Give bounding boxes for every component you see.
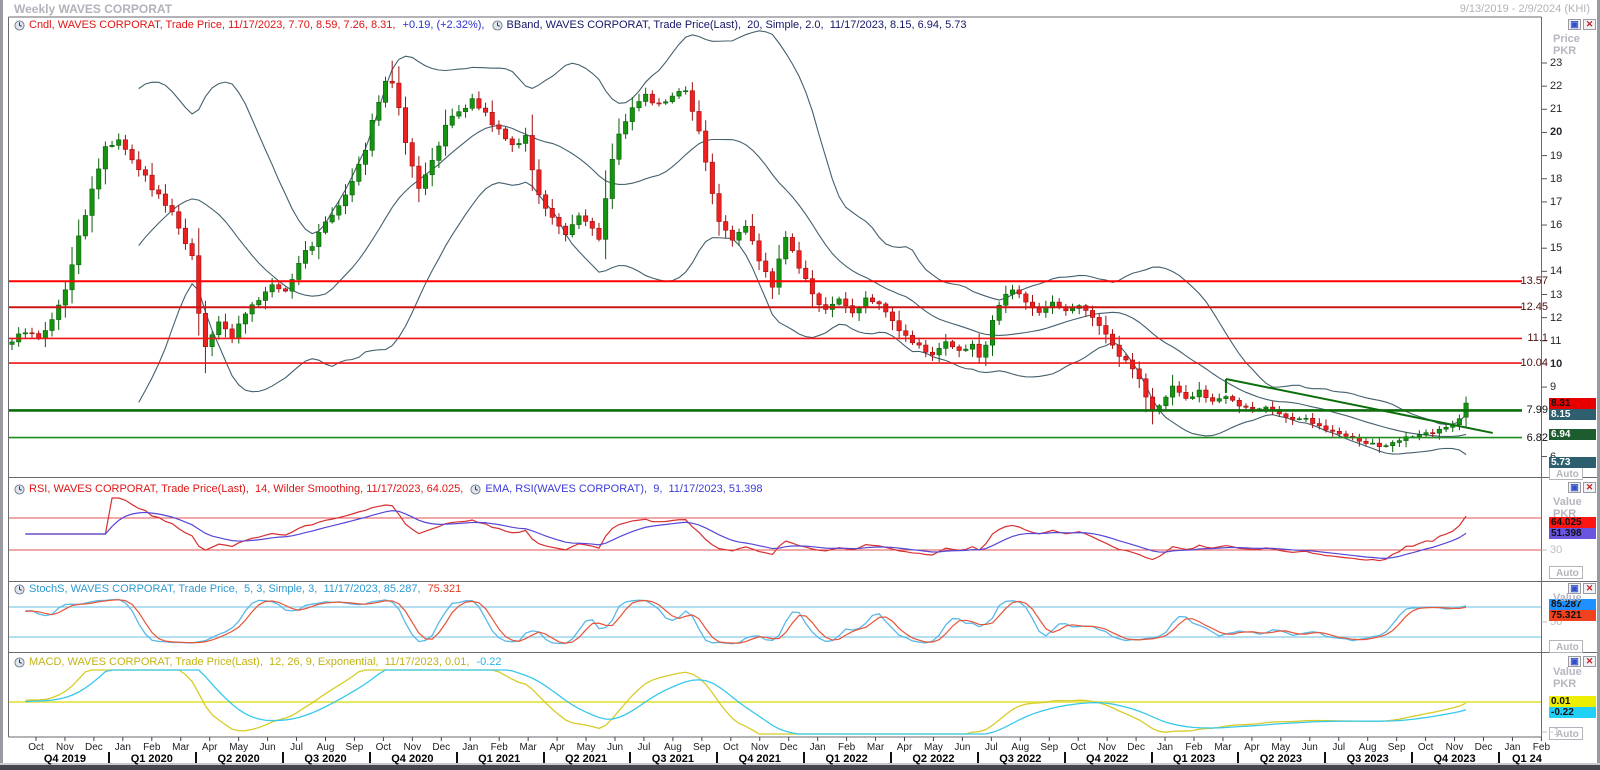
rsi-line bbox=[25, 498, 1466, 561]
rsi-legend-text-1: EMA, RSI(WAVES CORPORAT), 9, 11/17/2023,… bbox=[485, 483, 762, 495]
macd-axis-unit-line2: PKR bbox=[1553, 678, 1582, 690]
price-legend-text-2: BBand, WAVES CORPORAT, Trade Price(Last)… bbox=[507, 19, 967, 31]
macd-axis-unit-line1: Value bbox=[1553, 666, 1582, 678]
bollinger-lower-band bbox=[139, 182, 1466, 454]
clock-interval-icon bbox=[470, 484, 481, 495]
rsi-panel-close-icon[interactable]: ✕ bbox=[1583, 482, 1596, 493]
clock-interval-icon bbox=[14, 20, 25, 31]
price-legend-text-1: +0.19, (+2.32%), bbox=[403, 19, 488, 31]
stoch-legend-text-0: StochS, WAVES CORPORAT, Trade Price, 5, … bbox=[29, 583, 424, 595]
stoch-panel-legend: StochS, WAVES CORPORAT, Trade Price, 5, … bbox=[14, 583, 461, 595]
price-axis-header: Price PKR bbox=[1553, 33, 1580, 57]
macd-panel-legend: MACD, WAVES CORPORAT, Trade Price(Last),… bbox=[14, 656, 502, 668]
price-legend-text-0: Cndl, WAVES CORPORAT, Trade Price, 11/17… bbox=[29, 19, 399, 31]
macd-legend-text-0: MACD, WAVES CORPORAT, Trade Price(Last),… bbox=[29, 656, 472, 668]
rsi-axis-header: Value PKR bbox=[1553, 496, 1582, 520]
price-panel-buttons: ▣ ✕ bbox=[1568, 19, 1596, 30]
macd-autoscale-button[interactable]: Auto bbox=[1549, 727, 1583, 740]
stoch-autoscale-button[interactable]: Auto bbox=[1549, 640, 1583, 653]
price-panel-legend: Cndl, WAVES CORPORAT, Trade Price, 11/17… bbox=[14, 19, 967, 31]
macd-panel-close-icon[interactable]: ✕ bbox=[1583, 656, 1596, 667]
chart-window: Weekly WAVES CORPORAT 9/13/2019 - 2/9/20… bbox=[0, 0, 1600, 770]
clock-interval-icon bbox=[14, 484, 25, 495]
stoch-legend-text-1: 75.321 bbox=[428, 583, 462, 595]
price-autoscale-button[interactable]: Auto bbox=[1549, 467, 1583, 480]
clock-interval-icon bbox=[14, 584, 25, 595]
rsi-axis-unit-line2: PKR bbox=[1553, 508, 1582, 520]
rsi-panel-restore-icon[interactable]: ▣ bbox=[1568, 482, 1581, 493]
macd-axis-header: Value PKR bbox=[1553, 666, 1582, 690]
bollinger-upper-band bbox=[139, 31, 1466, 425]
macd-legend-text-1: -0.22 bbox=[476, 656, 501, 668]
price-panel-restore-icon[interactable]: ▣ bbox=[1568, 19, 1581, 30]
rsi-panel-legend: RSI, WAVES CORPORAT, Trade Price(Last), … bbox=[14, 483, 763, 495]
rsi-legend-text-0: RSI, WAVES CORPORAT, Trade Price(Last), … bbox=[29, 483, 466, 495]
stoch-axis-header: Value bbox=[1553, 592, 1582, 604]
clock-interval-icon bbox=[492, 20, 503, 31]
price-axis-unit-line1: Price bbox=[1553, 33, 1580, 45]
price-axis-unit-line2: PKR bbox=[1553, 45, 1580, 57]
stoch-panel-close-icon[interactable]: ✕ bbox=[1583, 583, 1596, 594]
rsi-axis-unit-line1: Value bbox=[1553, 496, 1582, 508]
clock-interval-icon bbox=[14, 657, 25, 668]
chart-canvas bbox=[0, 0, 1600, 770]
rsi-panel-buttons: ▣ ✕ bbox=[1568, 482, 1596, 493]
rsi-autoscale-button[interactable]: Auto bbox=[1549, 566, 1583, 579]
price-panel-close-icon[interactable]: ✕ bbox=[1583, 19, 1596, 30]
stoch-axis-unit-line1: Value bbox=[1553, 592, 1582, 604]
